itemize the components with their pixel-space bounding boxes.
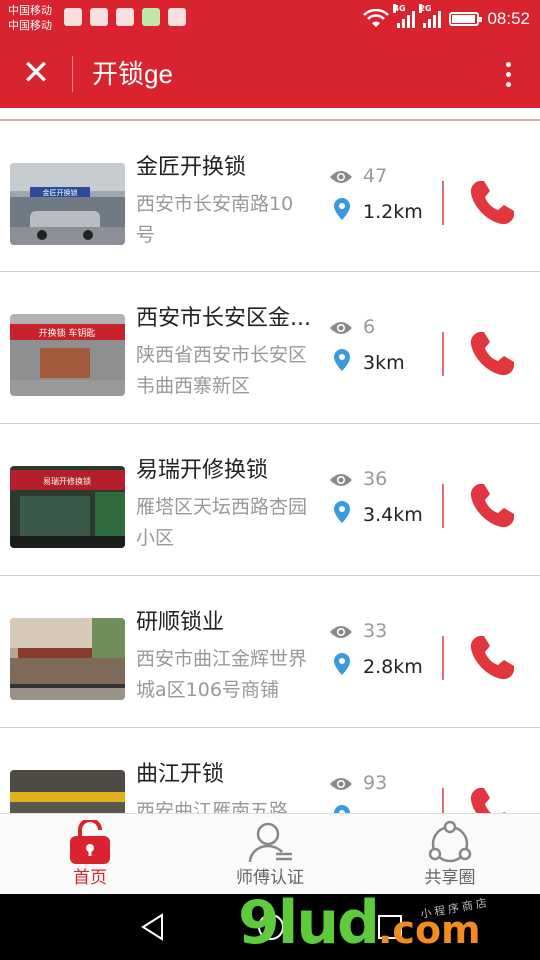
shop-thumbnail: [10, 770, 125, 813]
status-right: 4G 2G 08:52: [363, 4, 530, 32]
shop-list-item[interactable]: 易瑞开修换锁 易瑞开修换锁 雁塔区天坛西路杏园小区 36 3.4km: [0, 424, 540, 576]
shop-list-item[interactable]: 曲江开锁 西安曲江雁南五路 93: [0, 728, 540, 813]
location-pin-icon: [334, 653, 350, 675]
wifi-icon: [363, 9, 390, 27]
phone-call-icon[interactable]: [466, 632, 518, 684]
more-dot-icon: [505, 61, 511, 67]
signal-icon-2: 2G: [419, 4, 442, 28]
header-divider: [72, 56, 73, 92]
shop-address: 西安曲江雁南五路: [136, 800, 289, 813]
bottom-tab-bar: 首页 师傅认证 共享圈: [0, 813, 540, 894]
shop-thumbnail: 开换锁 车钥匙: [10, 314, 125, 396]
eye-icon: [330, 626, 352, 638]
view-count: 47: [363, 165, 388, 187]
app-icon: [90, 8, 108, 26]
tab-label: 师傅认证: [236, 868, 304, 888]
tab-master-verify[interactable]: 师傅认证: [180, 814, 360, 895]
tab-label: 共享圈: [424, 868, 476, 888]
clock: 08:52: [487, 9, 530, 28]
shop-list-item[interactable]: 开换锁 车钥匙 西安市长安区金... 陕西省西安市长安区韦曲西寨新区 6 3km: [0, 272, 540, 424]
page-title: 开锁ge: [92, 59, 173, 89]
shop-thumbnail: 易瑞开修换锁: [10, 466, 125, 548]
lock-home-icon: [70, 820, 110, 864]
thumb-sign-text: 开换锁 车钥匙: [39, 327, 96, 339]
call-divider: [442, 636, 444, 680]
phone-call-icon[interactable]: [466, 784, 518, 813]
shop-name: 金匠开换锁: [136, 155, 247, 180]
location-pin-icon: [334, 805, 350, 813]
battery-icon: [449, 12, 483, 26]
call-divider: [442, 332, 444, 376]
baidu-icon: [64, 8, 82, 26]
shop-thumbnail: 金匠开换锁: [10, 163, 125, 245]
app-header: ✕ 开锁ge: [0, 38, 540, 108]
wechat-icon: [142, 8, 160, 26]
status-bar: 中国移动 中国移动 4G 2G 08:52: [0, 0, 540, 38]
shop-address: 陕西省西安市长安区韦曲西寨新区: [136, 344, 308, 397]
distance: 1.2km: [363, 201, 423, 223]
eye-icon: [330, 322, 352, 334]
shop-address: 雁塔区天坛西路杏园小区: [136, 496, 308, 549]
share-circle-icon: [428, 820, 472, 863]
tab-label: 首页: [73, 868, 107, 888]
shop-address: 西安市长安南路10号: [136, 193, 294, 246]
thumb-sign-text: 金匠开换锁: [43, 188, 78, 197]
more-menu-button[interactable]: [496, 54, 520, 94]
shop-list[interactable]: 金匠开换锁 金匠开换锁 西安市长安南路10号 47 1.2km 开换锁 车钥匙: [0, 121, 540, 813]
location-pin-icon: [334, 349, 350, 371]
call-divider: [442, 788, 444, 813]
view-count: 36: [363, 468, 388, 490]
watermark-main: 9lud: [238, 888, 380, 958]
view-count: 33: [363, 620, 388, 642]
phone-call-icon[interactable]: [466, 480, 518, 532]
map-icon: [116, 8, 134, 26]
eye-icon: [330, 474, 352, 486]
carrier-1: 中国移动: [8, 4, 52, 17]
notification-icons: [64, 8, 186, 26]
thumb-sign-text: 易瑞开修换锁: [43, 476, 91, 486]
signal-icon-1: 4G: [393, 4, 416, 28]
watermark-logo: 9lud.com: [238, 888, 481, 960]
shop-name: 西安市长安区金...: [136, 306, 311, 331]
shop-name: 易瑞开修换锁: [136, 458, 269, 483]
distance: 3km: [363, 352, 405, 374]
shop-name: 研顺锁业: [136, 610, 225, 635]
shop-list-item[interactable]: 研顺锁业 西安市曲江金辉世界城a区106号商铺 33 2.8km: [0, 576, 540, 728]
view-count: 6: [363, 316, 376, 338]
gallery-icon: [168, 8, 186, 26]
shop-address: 西安市曲江金辉世界城a区106号商铺: [136, 648, 308, 701]
tab-home[interactable]: 首页: [0, 814, 180, 895]
phone-call-icon[interactable]: [466, 328, 518, 380]
phone-call-icon[interactable]: [466, 177, 518, 229]
carrier-2: 中国移动: [8, 19, 52, 32]
back-triangle-icon[interactable]: [138, 912, 168, 942]
shop-name: 曲江开锁: [136, 762, 225, 787]
call-divider: [442, 181, 444, 225]
shop-thumbnail: [10, 618, 125, 700]
user-verify-icon: [248, 822, 292, 863]
eye-icon: [330, 778, 352, 790]
location-pin-icon: [334, 198, 350, 220]
view-count: 93: [363, 772, 388, 794]
distance: 3.4km: [363, 504, 423, 526]
location-pin-icon: [334, 501, 350, 523]
tab-share-circle[interactable]: 共享圈: [360, 814, 540, 895]
call-divider: [442, 484, 444, 528]
more-dot-icon: [505, 81, 511, 87]
eye-icon: [330, 171, 352, 183]
close-button[interactable]: ✕: [14, 53, 58, 93]
carrier-labels: 中国移动 中国移动: [8, 3, 52, 33]
shop-list-item[interactable]: 金匠开换锁 金匠开换锁 西安市长安南路10号 47 1.2km: [0, 121, 540, 272]
distance: 2.8km: [363, 656, 423, 678]
more-dot-icon: [505, 71, 511, 77]
